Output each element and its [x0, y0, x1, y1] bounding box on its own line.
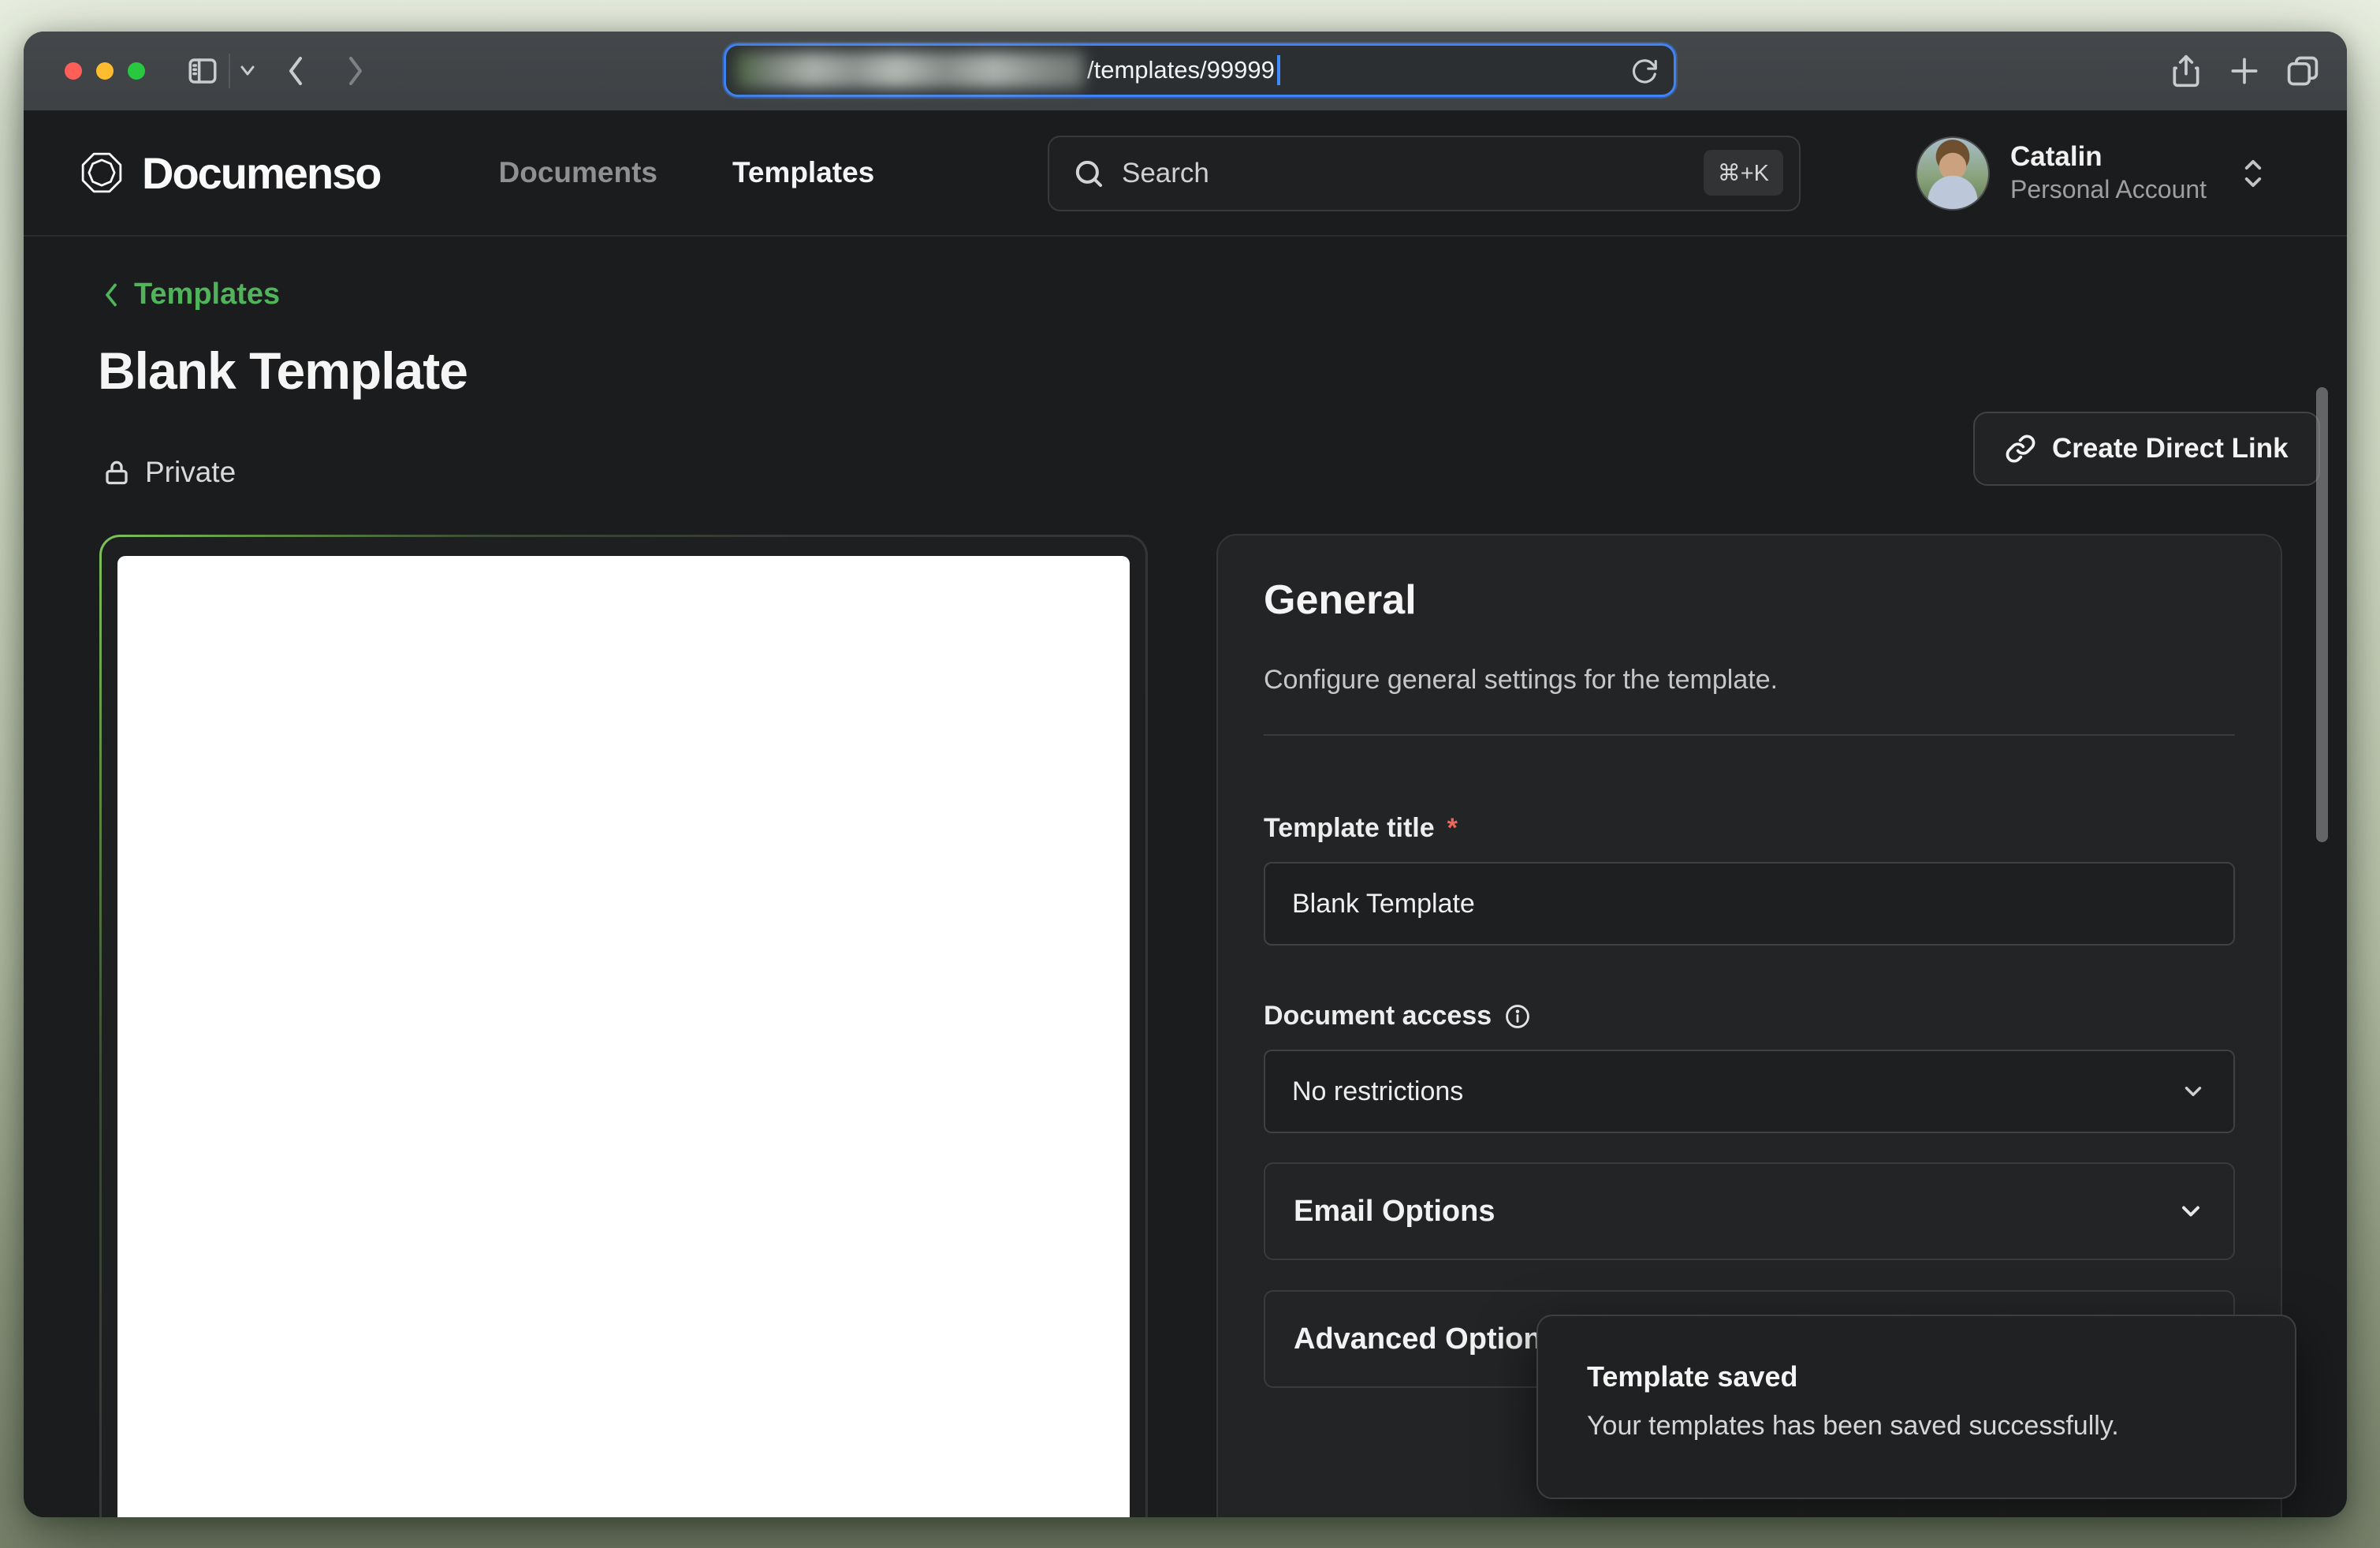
documenso-app: Documenso Documents Templates Search ⌘+K: [24, 110, 2347, 1517]
forward-button[interactable]: [344, 54, 367, 88]
account-menu[interactable]: Catalin Personal Account: [1916, 110, 2266, 237]
search-icon: [1073, 158, 1104, 189]
account-name: Catalin: [2010, 140, 2207, 173]
email-options-section[interactable]: Email Options: [1264, 1162, 2235, 1260]
main-nav: Documents Templates: [499, 156, 875, 189]
link-icon: [2005, 433, 2036, 464]
minimize-button[interactable]: [96, 62, 114, 80]
template-title-input[interactable]: [1264, 862, 2235, 946]
lock-icon: [102, 457, 131, 488]
document-access-select[interactable]: No restrictions: [1264, 1050, 2235, 1133]
toast-message: Your templates has been saved successful…: [1587, 1411, 2119, 1442]
tab-overview-icon[interactable]: [2285, 53, 2320, 89]
panel-divider: [1264, 734, 2235, 736]
document-access-value: No restrictions: [1292, 1076, 1463, 1107]
brand[interactable]: Documenso: [79, 147, 381, 199]
browser-toolbar: /templates/99999: [24, 32, 2347, 110]
visibility-badge: Private: [102, 456, 236, 489]
info-icon[interactable]: [1504, 1003, 1531, 1030]
nav-templates[interactable]: Templates: [732, 156, 874, 189]
new-tab-icon[interactable]: [2227, 53, 2262, 89]
back-button[interactable]: [284, 54, 307, 88]
chevron-left-icon: [99, 279, 123, 311]
document-access-label: Document access: [1264, 1001, 1531, 1031]
reload-button[interactable]: [1629, 57, 1659, 87]
panel-description: Configure general settings for the templ…: [1264, 665, 1778, 696]
url-path-text: /templates/99999: [1087, 56, 1275, 84]
breadcrumb[interactable]: Templates: [99, 278, 280, 311]
document-preview-panel: [99, 535, 1148, 1517]
create-direct-link-label: Create Direct Link: [2052, 433, 2289, 464]
breadcrumb-label: Templates: [134, 278, 280, 311]
search-input[interactable]: Search ⌘+K: [1048, 136, 1801, 211]
close-button[interactable]: [65, 62, 82, 80]
create-direct-link-button[interactable]: Create Direct Link: [1973, 412, 2320, 486]
url-bar[interactable]: /templates/99999: [724, 43, 1676, 97]
document-preview-frame: [102, 537, 1145, 1517]
advanced-options-label: Advanced Options: [1294, 1322, 1559, 1356]
text-caret: [1277, 55, 1280, 85]
browser-window: /templates/99999: [24, 32, 2347, 1517]
required-asterisk: *: [1447, 813, 1458, 844]
document-page[interactable]: [117, 556, 1130, 1517]
nav-documents[interactable]: Documents: [499, 156, 657, 189]
toast-notification[interactable]: Template saved Your templates has been s…: [1536, 1315, 2296, 1499]
chevron-down-icon: [2180, 1078, 2207, 1105]
email-options-label: Email Options: [1294, 1195, 1495, 1229]
search-placeholder: Search: [1122, 158, 1209, 189]
share-icon[interactable]: [2169, 53, 2203, 89]
page-title: Blank Template: [98, 341, 467, 401]
brand-name: Documenso: [142, 147, 381, 199]
sidebar-toggle-icon[interactable]: [186, 54, 219, 88]
chevrons-up-down-icon: [2240, 156, 2266, 191]
desktop: /templates/99999: [0, 0, 2380, 1548]
chevron-down-icon: [2177, 1197, 2205, 1225]
toast-title: Template saved: [1587, 1360, 1797, 1393]
documenso-logo-icon: [79, 150, 125, 196]
panel-title: General: [1264, 576, 1417, 624]
sidebar-chevron-down-icon[interactable]: [238, 64, 257, 78]
url-domain-redacted: [736, 52, 1084, 88]
avatar: [1916, 136, 1990, 211]
search-shortcut-badge: ⌘+K: [1704, 150, 1783, 196]
template-title-label: Template title *: [1264, 813, 1458, 844]
toolbar-divider: [229, 54, 230, 88]
visibility-label: Private: [145, 456, 236, 489]
account-type: Personal Account: [2010, 173, 2207, 207]
app-header: Documenso Documents Templates Search ⌘+K: [24, 110, 2347, 237]
scrollbar[interactable]: [2316, 387, 2328, 842]
zoom-button[interactable]: [128, 62, 145, 80]
